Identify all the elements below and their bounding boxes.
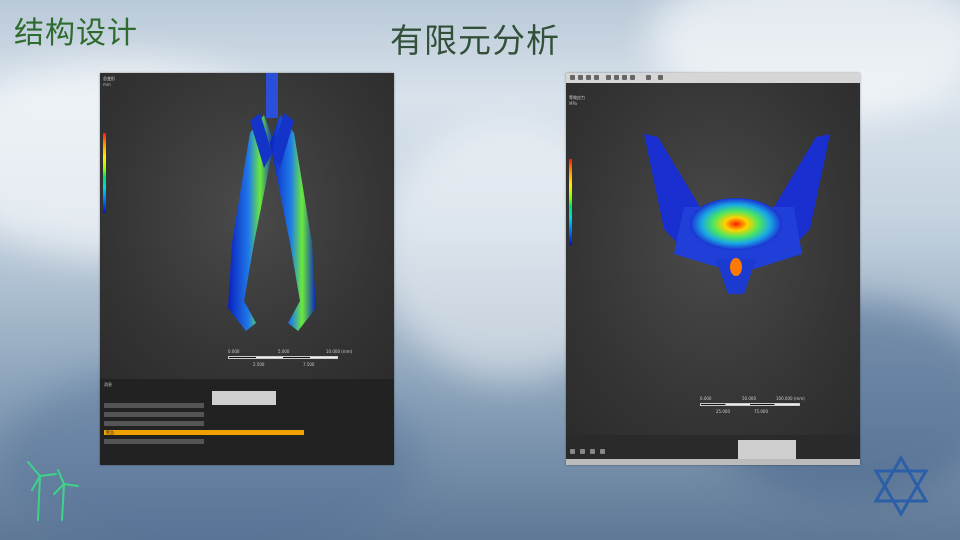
left-scale-bar [228, 356, 338, 359]
left-scale-mid: 5.000 [278, 349, 290, 354]
wind-turbine-icon [27, 461, 79, 521]
right-scale-lo2: 75.000 [754, 409, 768, 414]
star-of-david-icon [873, 455, 929, 517]
left-scale-left: 0.000 [228, 349, 240, 354]
left-output-tab[interactable] [212, 391, 276, 405]
right-legend-unit: MPa [569, 101, 578, 106]
right-fea-model [644, 134, 830, 294]
left-color-legend [103, 133, 106, 213]
slide-title: 有限元分析 [390, 21, 560, 60]
right-scale-left: 0.000 [700, 396, 712, 401]
right-fea-screenshot: 等效应力 MPa 0.000 50.000 100.000 (mm) 25.00… [566, 73, 860, 465]
left-fea-screenshot: 总变形 mm 0.000 5.000 10.000 (mm) 2.500 7.5… [100, 73, 394, 465]
right-output-popup[interactable] [738, 440, 796, 460]
left-fea-model [228, 73, 316, 331]
right-toolbar[interactable] [566, 73, 860, 83]
left-legend-unit: mm [103, 82, 111, 87]
left-scale-lo2: 7.500 [303, 362, 315, 367]
left-scale-lo1: 2.500 [253, 362, 265, 367]
left-console-header: 消息 [104, 382, 112, 387]
right-scale-bar [700, 403, 800, 406]
warning-label: 警告 [106, 430, 114, 435]
right-scale-right: 100.000 (mm) [776, 396, 805, 401]
section-title: 结构设计 [14, 16, 138, 51]
right-scale-lo1: 25.000 [716, 409, 730, 414]
right-bottom-toolbar[interactable] [566, 435, 860, 465]
right-color-legend [569, 159, 572, 245]
left-message-pane: 消息 警告 [100, 379, 394, 465]
left-warning-row[interactable]: 警告 [104, 430, 304, 435]
left-scale-right: 10.000 (mm) [326, 349, 353, 354]
right-scale-mid: 50.000 [742, 396, 756, 401]
